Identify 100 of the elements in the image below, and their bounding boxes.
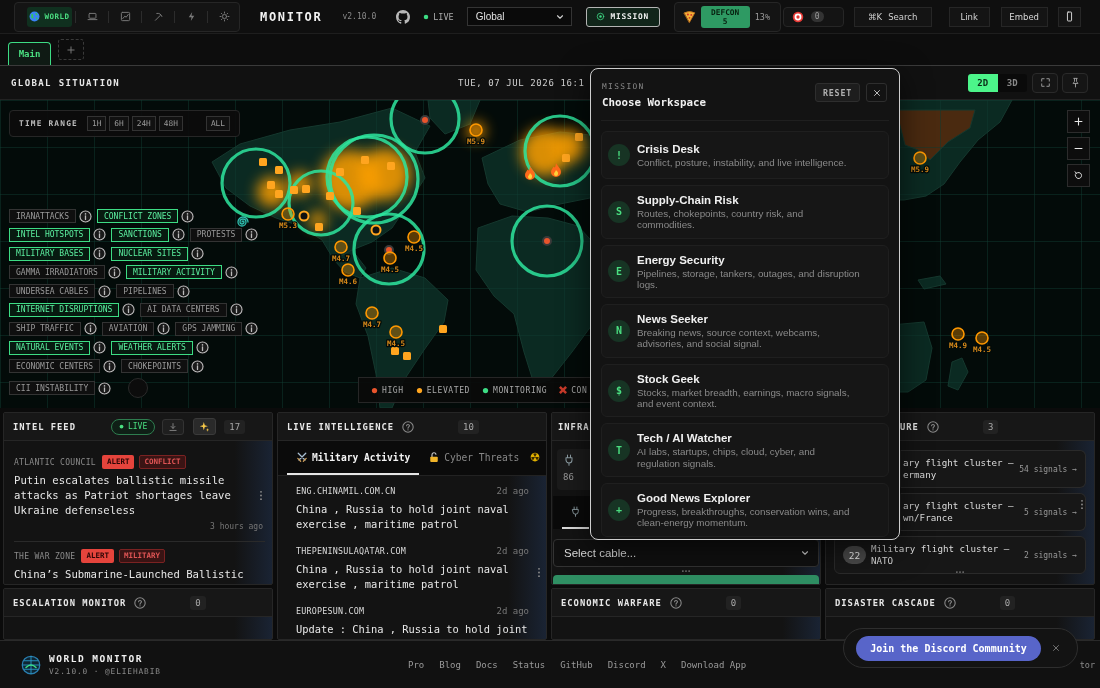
- sparkle-button[interactable]: [193, 418, 217, 435]
- kebab-menu-icon[interactable]: [1080, 499, 1084, 510]
- region-select[interactable]: Global: [466, 7, 572, 26]
- sparkle-icon: [199, 421, 211, 432]
- layer-toggle[interactable]: CONFLICT ZONES: [97, 209, 179, 223]
- count-badge: 0: [190, 595, 206, 610]
- kebab-menu-icon[interactable]: [537, 567, 541, 578]
- category-tab[interactable]: Cyber Threats: [419, 441, 529, 475]
- workspace-option[interactable]: N News Seeker Breaking news, source context, webcams, advisories, and social signal.: [601, 304, 889, 358]
- workspace-option[interactable]: ! Crisis Desk Conflict, posture, instability, and live intelligence.: [601, 131, 889, 179]
- cluster-card[interactable]: 22 Military flight cluster — NATO 2 signals →: [834, 536, 1086, 574]
- view-mode-tab[interactable]: 3D: [997, 73, 1027, 92]
- workspace-tab[interactable]: Main: [8, 42, 51, 65]
- kebab-menu-icon[interactable]: [259, 490, 263, 501]
- count-badge: 0: [810, 11, 824, 22]
- footer-link[interactable]: Download App: [681, 659, 747, 670]
- reset-view-button[interactable]: [1067, 164, 1090, 187]
- download-button[interactable]: [162, 418, 185, 435]
- layer-toggle[interactable]: IRANATTACKS: [9, 209, 76, 223]
- footer-link[interactable]: X: [660, 659, 667, 670]
- quake-marker: [389, 325, 403, 339]
- grip-icon[interactable]: [681, 569, 691, 573]
- flame-icon: [525, 166, 535, 180]
- news-headline[interactable]: China , Russia to hold joint naval exercise , maritime patrol: [296, 562, 529, 592]
- workspace-option[interactable]: + Good News Explorer Progress, breakthroughs, conservation wins, and clean-energy momentum.: [601, 482, 889, 537]
- layer-toggle[interactable]: ECONOMIC CENTERS: [9, 359, 101, 374]
- news-time: 2d ago: [496, 546, 529, 556]
- live-label: LIVE: [433, 11, 454, 22]
- search-button[interactable]: ⌘K Search: [853, 6, 932, 27]
- footer-link[interactable]: Pro: [408, 659, 425, 670]
- quake-marker: [407, 230, 421, 244]
- workspace-option[interactable]: S Supply-Chain Risk Routes, chokepoints, country risk, and commodities.: [601, 185, 889, 239]
- news-time: 3 hours ago: [210, 522, 263, 531]
- cable-select[interactable]: Select cable...: [553, 539, 819, 567]
- news-headline[interactable]: China , Russia to hold joint naval exercise , maritime patrol: [296, 502, 529, 532]
- workspace-badge: T: [608, 439, 630, 462]
- panel-toggle-button[interactable]: [1057, 6, 1081, 27]
- count-badge: 17: [224, 419, 246, 434]
- help-icon[interactable]: [402, 420, 415, 433]
- workspace-option[interactable]: T Tech / AI Watcher AI labs, startups, chips, cloud, cyber, and regulation signals.: [601, 423, 889, 477]
- pin-button[interactable]: [1062, 72, 1088, 93]
- zoom-in-button[interactable]: [1067, 110, 1090, 133]
- count-badge: 22: [843, 546, 866, 564]
- category-tab[interactable]: Military Activity: [287, 441, 420, 475]
- alerts-button[interactable]: 0: [782, 6, 844, 27]
- event-marker: [391, 347, 399, 355]
- layer-toggle[interactable]: MILITARY ACTIVITY: [125, 265, 222, 280]
- workspace-badge: E: [608, 260, 630, 283]
- quake-marker: [913, 151, 927, 165]
- layer-toggle[interactable]: CHOKEPOINTS: [121, 359, 189, 374]
- grip-icon[interactable]: [955, 570, 965, 574]
- event-marker: [387, 162, 395, 170]
- help-icon[interactable]: [926, 420, 939, 433]
- footer-link[interactable]: Discord: [607, 659, 646, 670]
- view-mode-tab[interactable]: 2D: [968, 73, 998, 92]
- quake-marker: [975, 331, 989, 345]
- legend-label: MONITORING: [493, 385, 548, 395]
- github-icon[interactable]: [396, 9, 411, 24]
- flame-icon: [551, 163, 561, 177]
- defcon-percent: 13%: [754, 11, 771, 22]
- plug-icon: [563, 454, 575, 466]
- event-marker: [353, 207, 361, 215]
- layer-toggle[interactable]: CII INSTABILITY: [9, 381, 96, 396]
- footer-link[interactable]: Blog: [439, 659, 461, 670]
- footer-link[interactable]: Docs: [475, 659, 498, 670]
- count-badge: 0: [999, 595, 1016, 610]
- target-icon: [596, 12, 606, 21]
- news-headline[interactable]: Putin escalates ballistic missile attacks as Patriot shortages leave Ukraine defenseless: [14, 473, 250, 518]
- toolbar-button[interactable]: Link: [948, 6, 990, 27]
- sun-icon: [218, 11, 230, 22]
- pickaxe-icon: [152, 11, 164, 22]
- pizza-icon: [682, 10, 696, 23]
- status-dot-icon: [423, 13, 430, 20]
- discord-button[interactable]: Join the Discord Community: [856, 635, 1041, 661]
- event-marker: [575, 133, 583, 141]
- footer-link[interactable]: Status: [512, 659, 546, 670]
- reset-button[interactable]: RESET: [815, 83, 860, 102]
- pin-icon: [1069, 77, 1081, 88]
- footer-link[interactable]: GitHub: [560, 659, 593, 670]
- news-headline[interactable]: China’s Submarine-Launched Ballistic: [14, 567, 250, 582]
- news-headline[interactable]: Update : China , Russia to hold joint: [296, 622, 529, 637]
- cluster-card[interactable]: ary flight cluster — wn/France 5 signals →: [900, 493, 1086, 531]
- quake-marker: [281, 207, 295, 221]
- help-icon[interactable]: [134, 596, 147, 609]
- workspace-option[interactable]: E Energy Security Pipelines, storage, tankers, outages, and disruption logs.: [601, 244, 889, 299]
- status-dot-icon: [118, 424, 124, 429]
- legend-label: ELEVATED: [426, 385, 470, 395]
- help-icon[interactable]: [943, 596, 956, 609]
- layer-toggle[interactable]: GAMMA IRRADIATORS: [9, 265, 105, 280]
- fullscreen-button[interactable]: [1032, 72, 1058, 93]
- app-title: MONITOR: [260, 9, 323, 24]
- help-icon[interactable]: [669, 596, 682, 609]
- panel-title: INFRA: [558, 421, 590, 432]
- layer-toggle[interactable]: UNDERSEA CABLES: [9, 284, 96, 299]
- close-icon[interactable]: [1051, 643, 1061, 653]
- live-toggle[interactable]: LIVE: [110, 418, 156, 435]
- close-button[interactable]: [866, 83, 887, 102]
- layer-toggle[interactable]: PIPELINES: [116, 284, 174, 299]
- workspace-option[interactable]: $ Stock Geek Stocks, market breadth, earnings, macro signals, and event context.: [601, 363, 889, 418]
- toolbar-button[interactable]: Embed: [1000, 6, 1048, 27]
